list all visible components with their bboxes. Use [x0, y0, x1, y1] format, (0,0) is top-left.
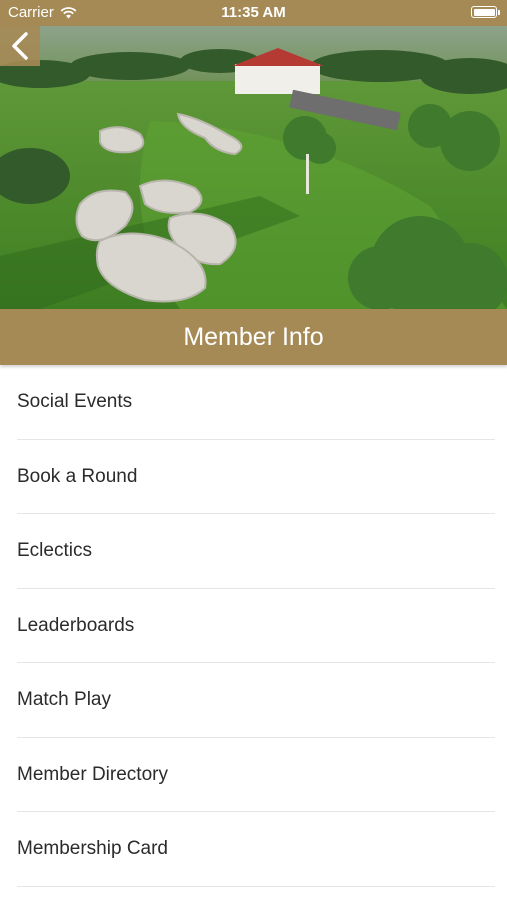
menu-item-match-play[interactable]: Match Play — [0, 663, 507, 738]
menu-item-eclectics[interactable]: Eclectics — [0, 514, 507, 589]
battery-icon — [471, 6, 500, 18]
page-title: Member Info — [183, 322, 324, 351]
member-menu-list: Social Events Book a Round Eclectics Lea… — [0, 365, 507, 887]
menu-item-social-events[interactable]: Social Events — [0, 365, 507, 440]
divider — [17, 885, 495, 887]
hero-image — [0, 26, 507, 309]
menu-item-membership-card[interactable]: Membership Card — [0, 812, 507, 887]
menu-item-label: Leaderboards — [17, 614, 135, 636]
menu-item-label: Book a Round — [17, 465, 138, 487]
page-header: Member Info — [0, 309, 507, 365]
menu-item-label: Eclectics — [17, 540, 92, 562]
status-time: 11:35 AM — [221, 4, 286, 21]
menu-item-label: Member Directory — [17, 763, 168, 785]
menu-item-label: Match Play — [17, 689, 111, 711]
menu-item-leaderboards[interactable]: Leaderboards — [0, 589, 507, 663]
golf-course-illustration — [0, 26, 507, 309]
menu-item-label: Social Events — [17, 391, 133, 413]
menu-item-member-directory[interactable]: Member Directory — [0, 738, 507, 812]
menu-item-book-a-round[interactable]: Book a Round — [0, 440, 507, 514]
chevron-left-icon — [12, 32, 28, 60]
back-button[interactable] — [0, 26, 40, 66]
menu-item-label: Membership Card — [17, 838, 168, 860]
status-bar: Carrier 11:35 AM — [0, 0, 507, 26]
